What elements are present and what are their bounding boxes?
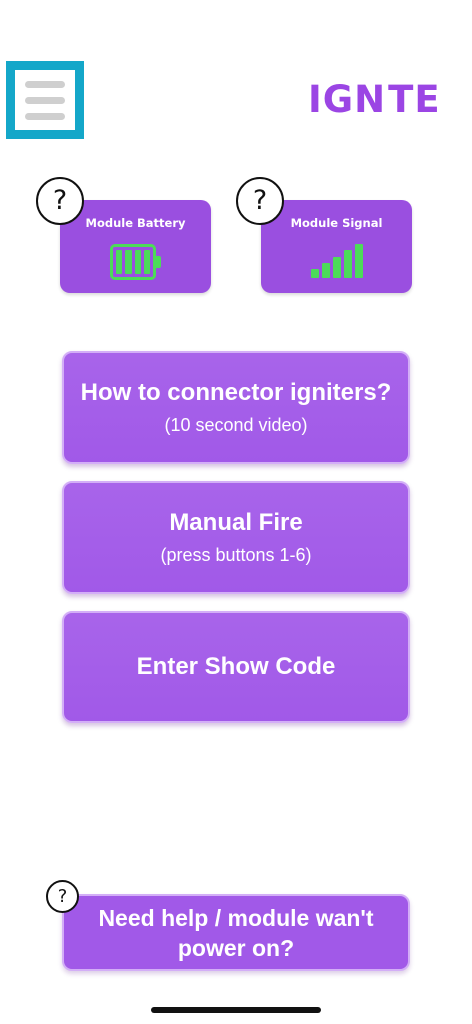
- enter-show-code-title: Enter Show Code: [136, 653, 336, 680]
- how-to-connect-button[interactable]: How to connector igniters? (10 second vi…: [62, 351, 410, 464]
- how-to-connect-title: How to connector igniters?: [80, 379, 392, 406]
- module-signal-card: Module Signal: [261, 200, 412, 293]
- manual-fire-subtitle: (press buttons 1-6): [160, 545, 312, 565]
- logo-text-left: IGN: [308, 77, 387, 121]
- need-help-button[interactable]: Need help / module wan't power on?: [62, 894, 410, 971]
- battery-help-icon[interactable]: ?: [36, 177, 84, 225]
- menu-bar: [25, 80, 65, 88]
- manual-fire-title: Manual Fire: [169, 509, 303, 536]
- menu-button[interactable]: [6, 61, 84, 139]
- hamburger-menu-icon: [15, 70, 75, 130]
- manual-fire-button[interactable]: Manual Fire (press buttons 1-6): [62, 481, 410, 594]
- logo-text-right: TE: [388, 77, 441, 121]
- menu-bar: [25, 112, 65, 120]
- battery-full-icon: [110, 244, 162, 280]
- module-battery-card: Module Battery: [60, 200, 211, 293]
- enter-show-code-button[interactable]: Enter Show Code: [62, 611, 410, 723]
- signal-help-icon[interactable]: ?: [236, 177, 284, 225]
- menu-bar: [25, 96, 65, 104]
- how-to-connect-subtitle: (10 second video): [164, 415, 308, 435]
- need-help-icon[interactable]: ?: [46, 880, 79, 913]
- module-signal-title: Module Signal: [290, 216, 383, 230]
- need-help-label: Need help / module wan't power on?: [98, 904, 374, 961]
- home-indicator[interactable]: [151, 1007, 321, 1013]
- app-logo: IGN TE: [308, 74, 441, 124]
- signal-strength-icon: [311, 242, 363, 278]
- module-battery-title: Module Battery: [85, 216, 186, 230]
